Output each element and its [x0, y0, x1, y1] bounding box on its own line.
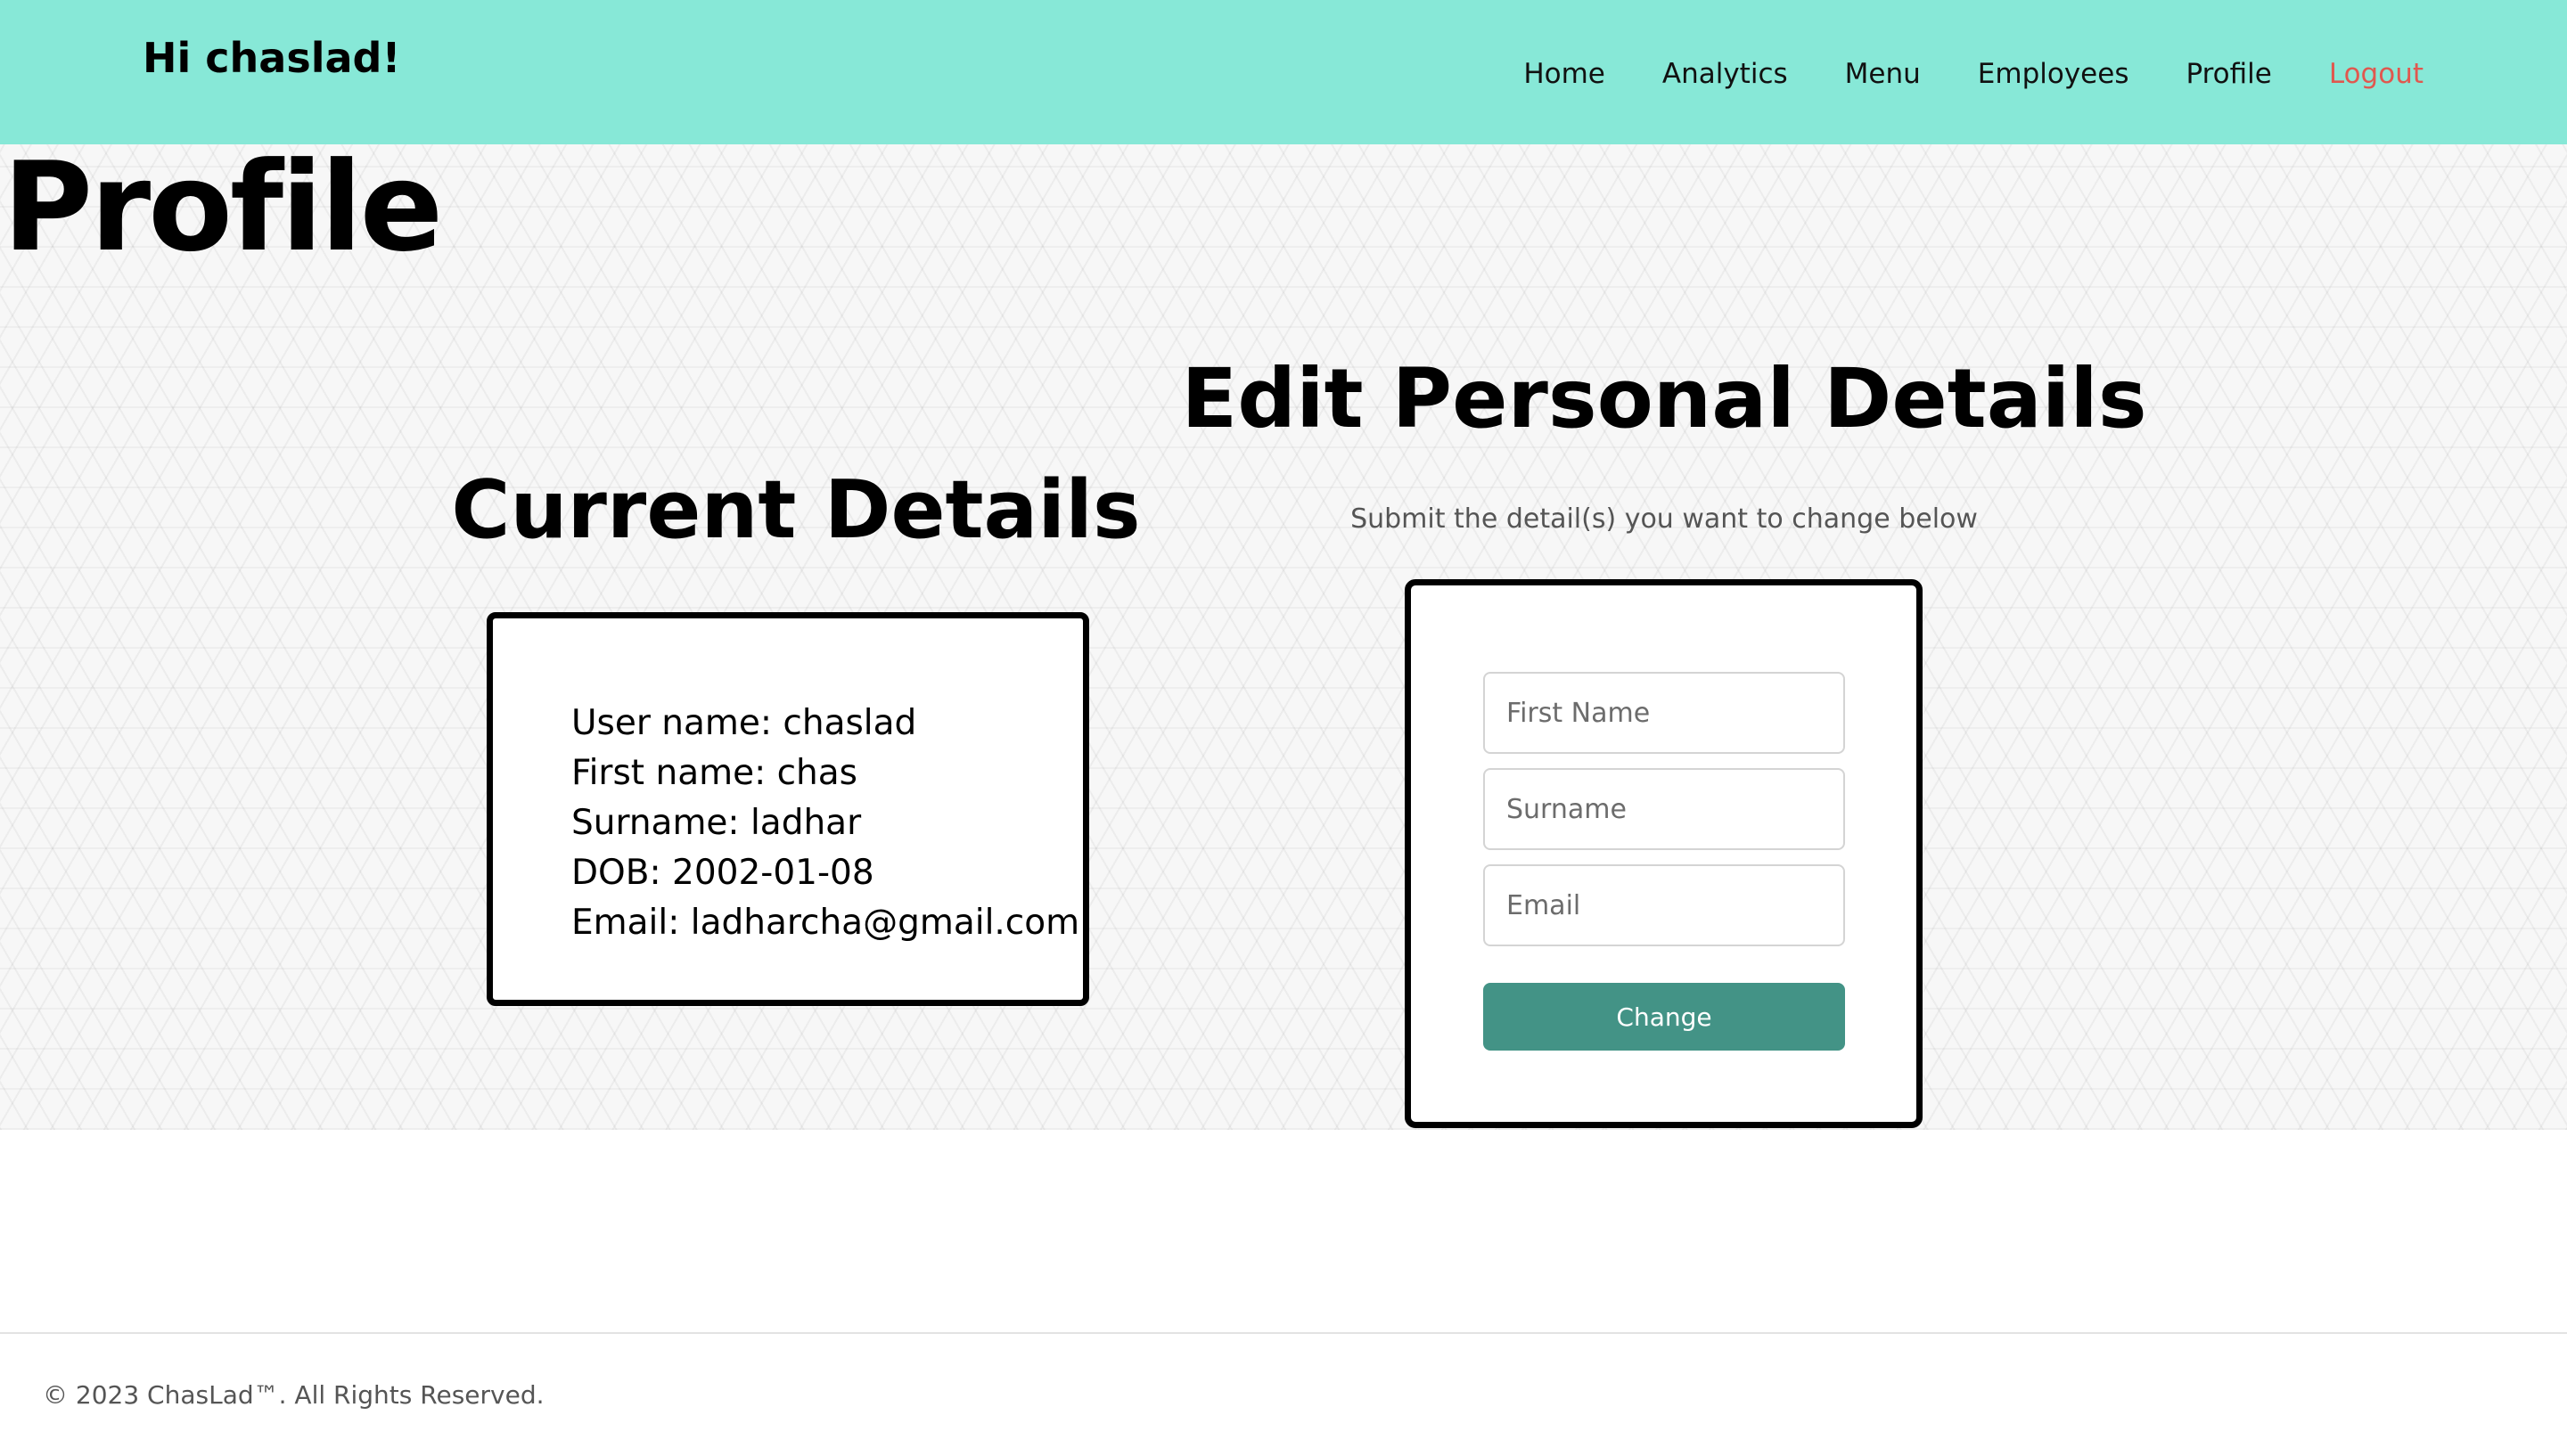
- change-button[interactable]: Change: [1483, 983, 1845, 1051]
- nav-link-employees[interactable]: Employees: [1978, 58, 2129, 90]
- top-navbar: Hi chaslad! Home Analytics Menu Employee…: [0, 0, 2567, 144]
- patterned-background: [0, 144, 2567, 1130]
- nav-link-analytics[interactable]: Analytics: [1662, 58, 1788, 90]
- email-input[interactable]: [1483, 864, 1845, 946]
- nav-link-menu[interactable]: Menu: [1845, 58, 1921, 90]
- nav-link-profile[interactable]: Profile: [2186, 58, 2271, 90]
- edit-details-heading: Edit Personal Details: [1181, 351, 2147, 446]
- greeting-text: Hi chaslad!: [143, 34, 401, 82]
- footer: © 2023 ChasLad™. All Rights Reserved.: [0, 1332, 2567, 1456]
- nav-link-logout[interactable]: Logout: [2329, 58, 2423, 90]
- footer-copyright: © 2023 ChasLad™. All Rights Reserved.: [43, 1380, 545, 1410]
- details-list: User name: chaslad First name: chas Surn…: [571, 699, 1079, 948]
- detail-first-name: First name: chas: [571, 753, 857, 793]
- current-details-heading: Current Details: [451, 463, 1141, 557]
- first-name-input[interactable]: [1483, 672, 1845, 754]
- surname-input[interactable]: [1483, 768, 1845, 850]
- edit-details-subtitle: Submit the detail(s) you want to change …: [1350, 503, 1978, 535]
- current-details-card: User name: chaslad First name: chas Surn…: [487, 612, 1089, 1006]
- nav-link-home[interactable]: Home: [1523, 58, 1605, 90]
- page-title: Profile: [3, 135, 443, 279]
- edit-details-form: Change: [1405, 579, 1923, 1128]
- detail-email: Email: ladharcha@gmail.com: [571, 903, 1080, 943]
- main-nav: Home Analytics Menu Employees Profile Lo…: [1523, 45, 2423, 103]
- detail-surname: Surname: ladhar: [571, 803, 862, 843]
- detail-user-name: User name: chaslad: [571, 703, 917, 743]
- detail-dob: DOB: 2002-01-08: [571, 853, 874, 893]
